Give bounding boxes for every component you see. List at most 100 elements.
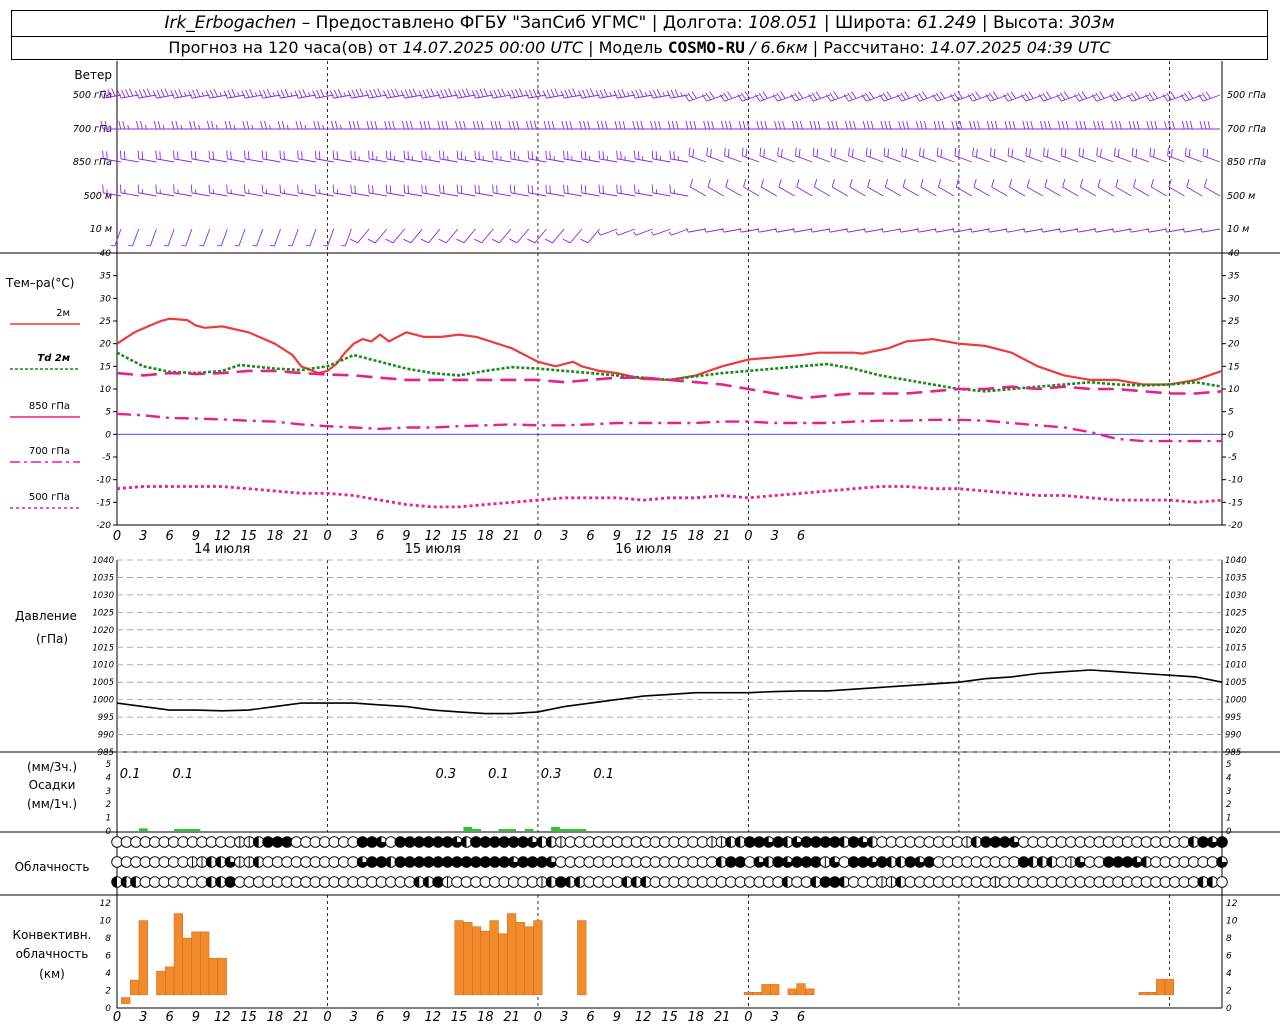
wind-barb	[1129, 228, 1150, 233]
wind-barb-feather	[1060, 92, 1066, 101]
wind-barb-feather	[226, 150, 228, 159]
wind-barb	[190, 150, 210, 163]
wind-barb	[1093, 120, 1114, 130]
wind-barb-half-feather	[269, 124, 271, 130]
wind-barb-feather	[862, 120, 866, 130]
wind-barb-feather	[333, 89, 339, 98]
wind-barb	[118, 120, 139, 130]
wind-barb-half-feather	[668, 231, 672, 236]
wind-barb-staff	[902, 186, 919, 197]
wind-barb-staff	[671, 228, 689, 236]
wind-barb-staff	[256, 228, 264, 247]
wind-barb	[1164, 120, 1185, 130]
wind-barb-feather	[707, 120, 711, 130]
convective-bar	[191, 931, 201, 996]
wind-barb-feather	[494, 120, 498, 130]
wind-barb-feather	[461, 89, 467, 97]
cloud-half-mark	[838, 836, 845, 848]
conv-x-tick-label: 9	[402, 1010, 410, 1024]
convective-bar	[507, 913, 517, 996]
temp-y-tick-label-right: 15	[1228, 362, 1240, 372]
wind-barb-staff	[742, 155, 760, 163]
wind-barb-feather	[918, 92, 924, 101]
wind-barb-feather	[831, 178, 835, 188]
wind-barb	[492, 184, 512, 197]
wind-barb-feather	[387, 89, 392, 98]
wind-barb-staff	[1096, 155, 1114, 163]
convective-bar	[743, 992, 754, 996]
wind-barb	[527, 150, 547, 163]
wind-barb	[719, 91, 742, 102]
wind-barb-feather	[989, 147, 992, 156]
wind-barb	[898, 228, 919, 233]
wind-barb-feather	[617, 89, 622, 98]
cloud-half-mark	[130, 876, 136, 888]
wind-barb-feather	[212, 151, 215, 160]
wind-barb-staff	[138, 158, 157, 163]
wind-barb	[812, 147, 831, 163]
wind-barb-feather	[689, 120, 693, 130]
wind-barb-feather	[1026, 178, 1030, 188]
wind-barb-feather	[1170, 148, 1173, 158]
wind-barb	[260, 120, 281, 130]
wind-barb-staff	[920, 186, 937, 197]
conv-y-tick-label: 8	[105, 934, 111, 944]
wind-barb	[244, 184, 263, 197]
wind-barb-feather	[224, 120, 228, 130]
wind-barb	[989, 147, 1008, 163]
wind-level-label-right: 700 гПа	[1227, 124, 1266, 135]
precip-bar	[191, 829, 201, 831]
wind-barb-staff	[1115, 186, 1132, 197]
wind-barb	[544, 228, 565, 244]
wind-barb	[190, 184, 210, 197]
wind-barb-feather	[587, 120, 591, 130]
wind-barb-feather	[706, 147, 709, 156]
wind-barb-feather	[1011, 148, 1014, 158]
pressure-title: Давление	[15, 609, 77, 623]
wind-barb-feather	[249, 89, 254, 97]
wind-barb-feather	[582, 89, 587, 98]
wind-barb-feather	[563, 150, 565, 159]
convective-bar	[138, 920, 148, 996]
wind-barb-staff	[971, 228, 990, 233]
wind-barb	[270, 228, 281, 247]
wind-barb-feather	[1118, 120, 1122, 130]
wind-barb-feather	[727, 148, 730, 158]
wind-barb	[332, 184, 352, 197]
wind-barb-feather	[585, 89, 591, 97]
wind-barb	[456, 150, 476, 163]
wind-barb-feather	[972, 147, 974, 156]
conv-x-tick-label: 15	[451, 1010, 468, 1024]
conv-x-tick-label: 15	[240, 1010, 257, 1024]
wind-barb-half-feather	[609, 92, 612, 97]
wind-barb-feather	[811, 92, 818, 101]
wind-barb	[707, 178, 724, 197]
wind-barb-feather	[298, 89, 303, 98]
cloud-half-mark	[867, 836, 873, 848]
wind-barb-feather	[1029, 148, 1031, 158]
wind-barb-feather	[905, 148, 907, 158]
wind-barb-feather	[448, 88, 453, 97]
wind-barb-staff	[900, 228, 919, 233]
conv-y-tick-label: 10	[100, 917, 112, 927]
wind-barb-feather	[401, 120, 405, 130]
wind-barb-feather	[372, 185, 374, 194]
wind-barb-feather	[177, 151, 179, 160]
wind-barb-feather	[297, 184, 299, 193]
wind-barb-feather	[1114, 120, 1118, 130]
wind-barb-staff	[493, 158, 512, 163]
wind-barb	[456, 228, 476, 244]
wind-barb-feather	[489, 90, 494, 99]
wind-barb-staff	[724, 155, 742, 163]
wind-barb-feather	[496, 151, 498, 160]
wind-barb-feather	[655, 151, 658, 160]
wind-barb-feather	[245, 89, 250, 98]
wind-barb-feather	[600, 120, 604, 130]
wind-barb-feather	[1043, 147, 1045, 156]
wind-barb-feather	[724, 147, 726, 156]
wind-barb-staff	[245, 192, 263, 197]
wind-barb	[936, 147, 955, 163]
wind-barb	[845, 120, 866, 130]
wind-barb	[261, 184, 281, 197]
pressure-y-tick-label-right: 1015	[1225, 643, 1247, 653]
